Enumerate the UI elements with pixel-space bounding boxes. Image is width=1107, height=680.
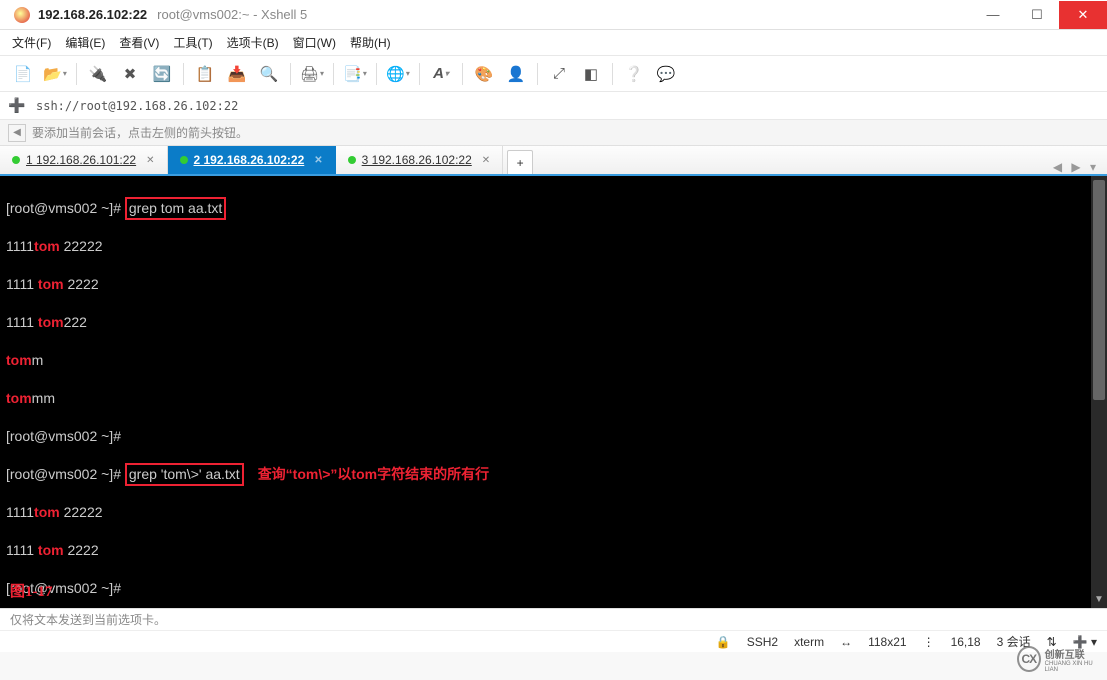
watermark-logo-icon: CX xyxy=(1017,646,1041,672)
separator xyxy=(612,63,613,85)
open-session-icon[interactable]: 📂 xyxy=(42,61,68,87)
title-bar: 192.168.26.102:22 root@vms002:~ - Xshell… xyxy=(0,0,1107,30)
watermark-sub: CHUANG XIN HU LIAN xyxy=(1045,661,1101,673)
tab-close-icon[interactable]: ✕ xyxy=(482,155,490,166)
separator xyxy=(76,63,77,85)
status-bar: 🔒 SSH2 xterm ↔ 118x21 ⋮ 16,18 3 会话 ⇅ ➕ ▾ xyxy=(0,630,1107,652)
menu-file[interactable]: 文件(F) xyxy=(12,34,51,51)
output-line: 1111 tom222 xyxy=(6,313,1101,332)
close-button[interactable]: ✕ xyxy=(1059,1,1107,29)
address-bar: ➕ xyxy=(0,92,1107,120)
maximize-button[interactable]: ☐ xyxy=(1015,1,1059,29)
separator xyxy=(419,63,420,85)
tab-session-1[interactable]: 1 192.168.26.101:22 ✕ xyxy=(0,146,168,174)
menu-view[interactable]: 查看(V) xyxy=(119,34,159,51)
toolbar: 📄 📂 🔌 ✖ 🔄 📋 📥 🔍 🖨 📑 🌐 A 🎨 👤 ⤢ ◧ ❔ 💬 xyxy=(0,56,1107,92)
transparency-icon[interactable]: ◧ xyxy=(578,61,604,87)
separator xyxy=(462,63,463,85)
add-session-icon[interactable]: ➕ xyxy=(4,95,30,117)
separator xyxy=(290,63,291,85)
font-icon[interactable]: A xyxy=(428,61,454,87)
new-session-icon[interactable]: 📄 xyxy=(10,61,36,87)
color-icon[interactable]: 🎨 xyxy=(471,61,497,87)
status-dot-icon xyxy=(348,156,356,164)
hint-arrow-icon[interactable]: ◀ xyxy=(8,124,26,142)
tab-close-icon[interactable]: ✕ xyxy=(314,155,322,166)
minimize-button[interactable]: — xyxy=(971,1,1015,29)
properties-icon[interactable]: 📑 xyxy=(342,61,368,87)
menu-edit[interactable]: 编辑(E) xyxy=(65,34,105,51)
menu-bar: 文件(F) 编辑(E) 查看(V) 工具(T) 选项卡(B) 窗口(W) 帮助(… xyxy=(0,30,1107,56)
status-message: 仅将文本发送到当前选项卡。 xyxy=(0,608,1107,630)
prompt: [root@vms002 ~]# xyxy=(6,200,121,216)
prompt: [root@vms002 ~]# xyxy=(6,428,121,444)
title-secondary: root@vms002:~ - Xshell 5 xyxy=(157,7,307,22)
menu-tools[interactable]: 工具(T) xyxy=(173,34,212,51)
term-type-label: xterm xyxy=(794,635,824,649)
title-primary: 192.168.26.102:22 xyxy=(38,7,147,22)
watermark: CX 创新互联 CHUANG XIN HU LIAN xyxy=(1017,644,1101,674)
separator xyxy=(537,63,538,85)
separator xyxy=(183,63,184,85)
chat-icon[interactable]: 💬 xyxy=(653,61,679,87)
protocol-icon: 🔒 xyxy=(716,635,731,649)
separator xyxy=(333,63,334,85)
menu-tab[interactable]: 选项卡(B) xyxy=(227,34,279,51)
connect-icon[interactable]: 🔌 xyxy=(85,61,111,87)
command-box-1: grep tom aa.txt xyxy=(125,197,226,220)
logon-icon[interactable]: 👤 xyxy=(503,61,529,87)
menu-window[interactable]: 窗口(W) xyxy=(293,34,336,51)
menu-help[interactable]: 帮助(H) xyxy=(350,34,391,51)
tab-session-2[interactable]: 2 192.168.26.102:22 ✕ xyxy=(168,146,336,174)
disconnect-icon[interactable]: ✖ xyxy=(117,61,143,87)
paste-icon[interactable]: 📥 xyxy=(224,61,250,87)
add-tab-button[interactable]: + xyxy=(507,150,533,174)
terminal-scrollbar[interactable]: ▲ ▼ xyxy=(1091,176,1107,608)
scroll-down-icon[interactable]: ▼ xyxy=(1091,592,1107,608)
size-icon: ↔ xyxy=(840,635,852,649)
prompt: [root@vms002 ~]# xyxy=(6,466,121,482)
print-icon[interactable]: 🖨 xyxy=(299,61,325,87)
output-line: tomm xyxy=(6,351,1101,370)
command-box-2: grep 'tom\>' aa.txt xyxy=(125,463,244,486)
hint-text: 要添加当前会话，点击左侧的箭头按钮。 xyxy=(32,124,248,141)
terminal[interactable]: [root@vms002 ~]# grep tom aa.txt 1111tom… xyxy=(0,176,1107,608)
cursor-position: 16,18 xyxy=(951,635,981,649)
reconnect-icon[interactable]: 🔄 xyxy=(149,61,175,87)
address-input[interactable] xyxy=(30,95,1103,117)
tab-close-icon[interactable]: ✕ xyxy=(146,155,154,166)
tab-session-3[interactable]: 3 192.168.26.102:22 ✕ xyxy=(336,146,504,174)
session-tabs: 1 192.168.26.101:22 ✕ 2 192.168.26.102:2… xyxy=(0,146,1107,176)
output-line: 1111tom 22222 xyxy=(6,237,1101,256)
figure-label: 图1-17 xyxy=(10,583,53,602)
tab-nav-arrows[interactable]: ◀ ▶ ▾ xyxy=(1053,160,1099,174)
tab-label: 2 192.168.26.102:22 xyxy=(194,153,305,167)
pos-icon: ⋮ xyxy=(923,635,935,649)
output-line: 1111tom 22222 xyxy=(6,503,1101,522)
app-icon xyxy=(14,7,30,23)
annotation-2: 查询“tom\>”以tom字符结束的所有行 xyxy=(258,466,489,482)
find-icon[interactable]: 🔍 xyxy=(256,61,282,87)
watermark-brand: 创新互联 xyxy=(1045,646,1101,661)
output-line: 1111 tom 2222 xyxy=(6,541,1101,560)
tab-label: 3 192.168.26.102:22 xyxy=(362,153,472,167)
output-line: tommm xyxy=(6,389,1101,408)
separator xyxy=(376,63,377,85)
copy-icon[interactable]: 📋 xyxy=(192,61,218,87)
scroll-thumb[interactable] xyxy=(1093,180,1105,400)
protocol-label: SSH2 xyxy=(747,635,778,649)
hint-bar: ◀ 要添加当前会话，点击左侧的箭头按钮。 xyxy=(0,120,1107,146)
status-dot-icon xyxy=(12,156,20,164)
status-dot-icon xyxy=(180,156,188,164)
globe-icon[interactable]: 🌐 xyxy=(385,61,411,87)
help-icon[interactable]: ❔ xyxy=(621,61,647,87)
terminal-size: 118x21 xyxy=(868,635,906,649)
fullscreen-icon[interactable]: ⤢ xyxy=(546,61,572,87)
tab-label: 1 192.168.26.101:22 xyxy=(26,153,136,167)
output-line: 1111 tom 2222 xyxy=(6,275,1101,294)
